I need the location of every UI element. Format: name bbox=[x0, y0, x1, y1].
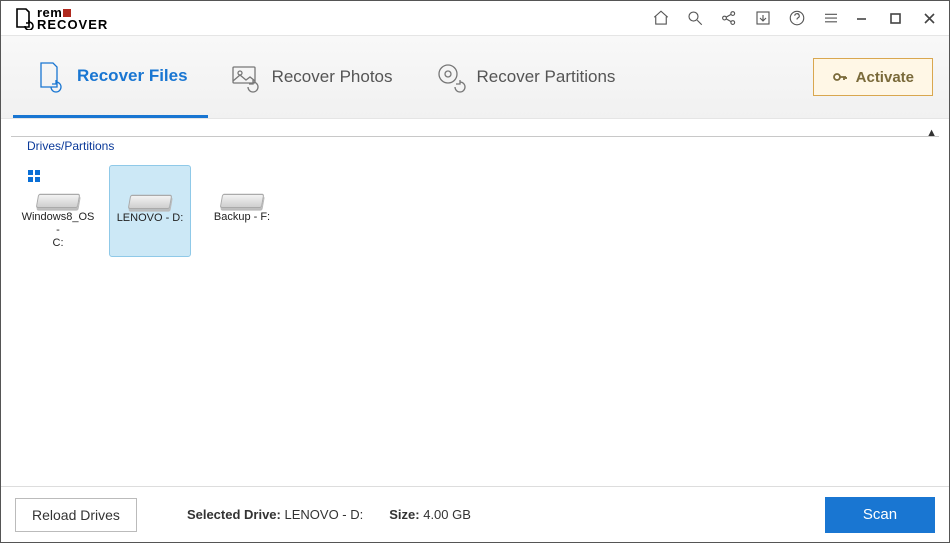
titlebar: rem RECOVER bbox=[1, 1, 949, 35]
tab-label: Recover Partitions bbox=[477, 67, 616, 87]
photos-icon bbox=[228, 60, 262, 94]
drive-label: Windows8_OS - C: bbox=[19, 211, 97, 251]
brand-dot bbox=[63, 9, 71, 17]
files-icon bbox=[33, 59, 67, 93]
home-icon[interactable] bbox=[651, 8, 671, 28]
selected-drive-key: Selected Drive: bbox=[187, 507, 281, 522]
import-icon[interactable] bbox=[753, 8, 773, 28]
app-logo: rem RECOVER bbox=[11, 5, 108, 32]
logo-doc-icon bbox=[11, 6, 35, 30]
drive-label: LENOVO - D: bbox=[117, 212, 184, 225]
drive-icon bbox=[34, 171, 82, 207]
activate-label: Activate bbox=[856, 69, 914, 86]
reload-drives-button[interactable]: Reload Drives bbox=[15, 498, 137, 532]
selected-drive-value: LENOVO - D: bbox=[285, 507, 364, 522]
key-icon bbox=[832, 69, 848, 85]
brand-top: rem bbox=[37, 5, 108, 20]
status-text: Selected Drive: LENOVO - D: Size: 4.00 G… bbox=[187, 507, 471, 522]
window-controls bbox=[847, 6, 943, 30]
share-icon[interactable] bbox=[719, 8, 739, 28]
tab-recover-photos[interactable]: Recover Photos bbox=[208, 36, 413, 118]
search-icon[interactable] bbox=[685, 8, 705, 28]
drive-icon bbox=[218, 171, 266, 207]
help-icon[interactable] bbox=[787, 8, 807, 28]
section-divider bbox=[11, 136, 939, 137]
collapse-toggle[interactable]: ▲ bbox=[926, 127, 937, 139]
drive-item-c[interactable]: Windows8_OS - C: bbox=[17, 165, 99, 257]
tab-label: Recover Files bbox=[77, 66, 188, 86]
minimize-button[interactable] bbox=[847, 6, 875, 30]
tab-recover-files[interactable]: Recover Files bbox=[13, 36, 208, 118]
drive-label: Backup - F: bbox=[214, 211, 270, 224]
activate-button[interactable]: Activate bbox=[813, 58, 933, 96]
scan-button[interactable]: Scan bbox=[825, 497, 935, 533]
partitions-icon bbox=[433, 60, 467, 94]
drive-icon bbox=[126, 172, 174, 208]
tab-recover-partitions[interactable]: Recover Partitions bbox=[413, 36, 636, 118]
maximize-button[interactable] bbox=[881, 6, 909, 30]
size-key: Size: bbox=[389, 507, 419, 522]
size-value: 4.00 GB bbox=[423, 507, 471, 522]
tabbar: Recover Files Recover Photos Recover Par… bbox=[1, 35, 949, 119]
app-window: rem RECOVER Recover Files bbox=[0, 0, 950, 543]
content-area: Drives/Partitions ▲ Windows8_OS - C: LEN… bbox=[1, 119, 949, 486]
tab-label: Recover Photos bbox=[272, 67, 393, 87]
drives-list: Windows8_OS - C: LENOVO - D: Backup - F: bbox=[13, 147, 937, 257]
bottombar: Reload Drives Selected Drive: LENOVO - D… bbox=[1, 486, 949, 542]
windows-badge-icon bbox=[27, 169, 41, 183]
section-title: Drives/Partitions bbox=[25, 139, 116, 153]
titlebar-icons bbox=[651, 8, 841, 28]
menu-icon[interactable] bbox=[821, 8, 841, 28]
close-button[interactable] bbox=[915, 6, 943, 30]
drive-item-d[interactable]: LENOVO - D: bbox=[109, 165, 191, 257]
drive-item-f[interactable]: Backup - F: bbox=[201, 165, 283, 257]
